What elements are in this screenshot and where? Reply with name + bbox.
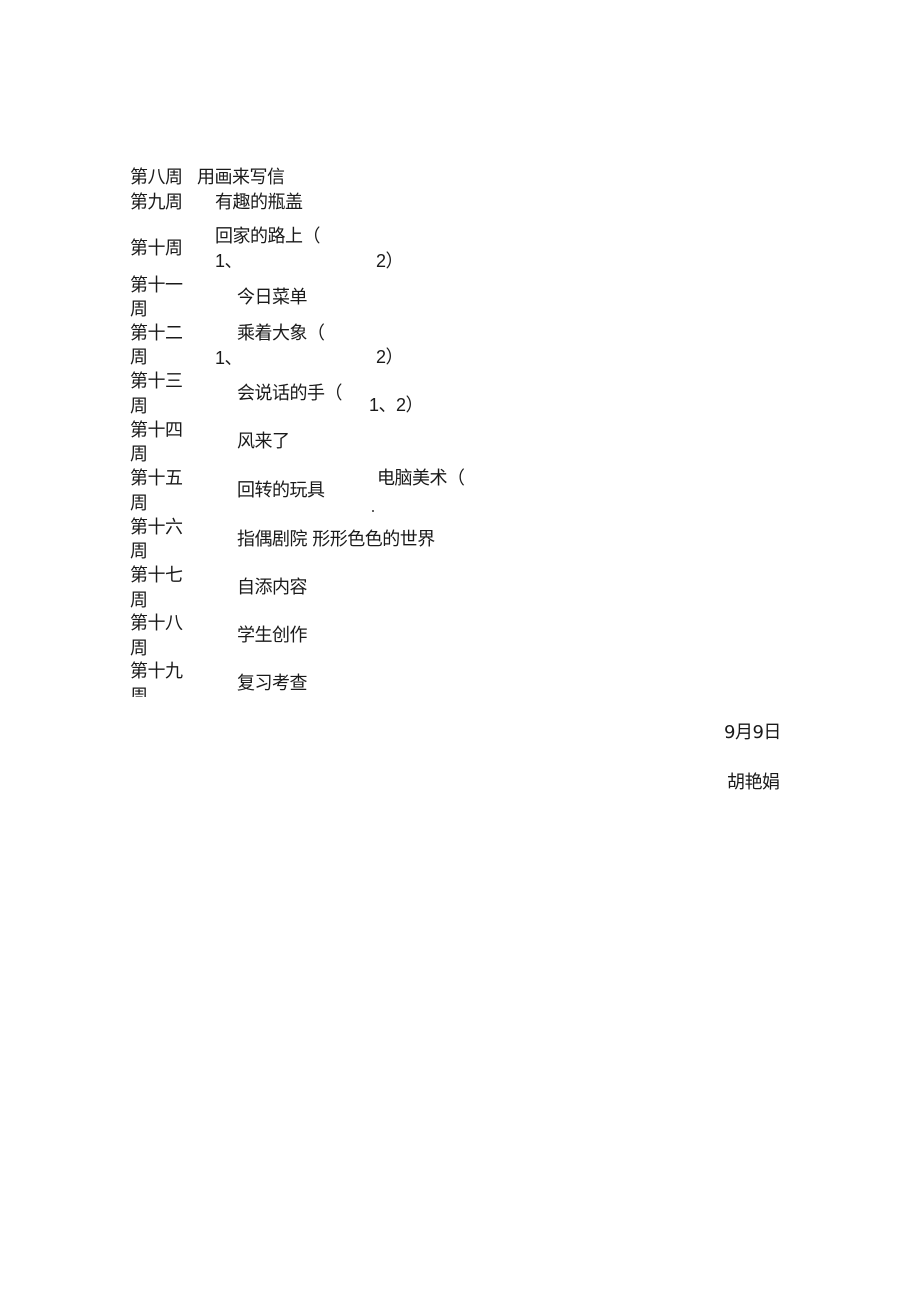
lesson-part: 1、: [215, 251, 243, 271]
week-label: 第九周: [130, 192, 183, 213]
lesson-title: 风来了: [237, 431, 290, 452]
week-label: 第十周: [130, 238, 183, 259]
week-label: 第十八: [130, 613, 183, 634]
week-label: 周: [130, 396, 148, 417]
lesson-title: 用画来写信: [197, 167, 285, 188]
week-label: 周: [130, 347, 148, 368]
signature-author: 胡艳娟: [727, 772, 780, 793]
lesson-title: 有趣的瓶盖: [215, 192, 303, 213]
lesson-title: 复习考查: [237, 673, 308, 694]
lesson-part: 2）: [376, 251, 404, 271]
lesson-title: 回转的玩具: [237, 480, 325, 501]
week-label: 第十一: [130, 275, 183, 296]
lesson-part: 1、: [215, 348, 243, 368]
lesson-part: 1、2）: [369, 395, 424, 415]
lesson-title: 指偶剧院 形形色色的世界: [237, 529, 435, 550]
week-label: 第十三: [130, 371, 183, 392]
signature-date: 9月9日: [724, 722, 781, 743]
week-label: 第十九: [130, 661, 183, 682]
lesson-title: 乘着大象（: [237, 323, 325, 344]
lesson-extra: 电脑美术（: [377, 468, 465, 489]
week-label: 第十六: [130, 517, 183, 538]
lesson-title: 会说话的手（: [237, 383, 343, 404]
week-label: 周: [130, 444, 148, 465]
stray-dot: [372, 510, 374, 512]
week-label: 第八周: [130, 167, 183, 188]
lesson-part: 2）: [376, 347, 404, 367]
week-label: 第十五: [130, 468, 183, 489]
week-label: 周: [130, 686, 148, 697]
week-label: 周: [130, 590, 148, 611]
lesson-title: 今日菜单: [237, 287, 308, 308]
week-label: 周: [130, 299, 148, 320]
week-label: 周: [130, 493, 148, 514]
lesson-title: 自添内容: [237, 577, 308, 598]
week-label: 周: [130, 541, 148, 562]
lesson-title: 回家的路上（: [215, 226, 321, 247]
week-label: 第十七: [130, 565, 183, 586]
lesson-title: 学生创作: [237, 625, 308, 646]
schedule-table: 第八周 用画来写信 第九周 有趣的瓶盖 第十周 回家的路上（ 1、 2） 第十一…: [0, 0, 920, 697]
week-label: 第十四: [130, 420, 183, 441]
week-label: 第十二: [130, 323, 183, 344]
week-label: 周: [130, 638, 148, 659]
